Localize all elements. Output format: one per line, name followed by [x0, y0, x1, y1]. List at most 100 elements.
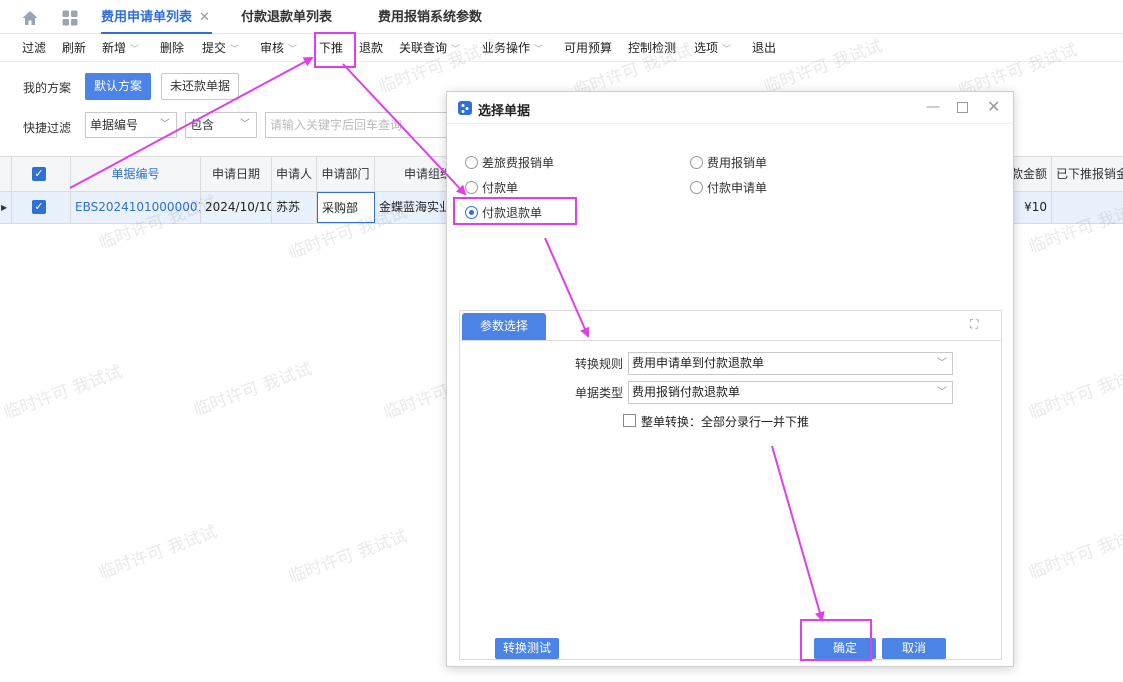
- submit-button[interactable]: 提交 ﹀: [202, 34, 239, 62]
- tab-expense-application-list[interactable]: 费用申请单列表 ✕: [101, 0, 212, 34]
- param-panel: 参数选择 ⛶ 转换规则 费用申请单到付款退款单 ﹀ 单据类型 费用报销付款退款单 ﹀…: [459, 310, 1002, 660]
- cell-dept[interactable]: 采购部: [317, 192, 375, 223]
- cancel-button[interactable]: 取消: [882, 638, 946, 659]
- rule-label: 转换规则: [575, 357, 624, 371]
- chevron-down-icon: ﹀: [240, 119, 250, 130]
- refresh-button[interactable]: 刷新: [62, 34, 86, 62]
- header-org[interactable]: 申请组织: [375, 157, 451, 191]
- header-dept[interactable]: 申请部门: [317, 157, 375, 191]
- filter-button[interactable]: 过滤: [22, 34, 46, 62]
- chevron-down-icon: ﹀: [451, 45, 461, 55]
- cell-pushed-amount: [1052, 192, 1123, 223]
- operator-select-value: 包含: [190, 118, 215, 132]
- chevron-down-icon: ﹀: [937, 387, 947, 398]
- radio-payment-application[interactable]: [690, 181, 703, 194]
- options-label: 选项: [694, 41, 719, 55]
- chevron-down-icon: ﹀: [160, 119, 170, 130]
- radio-travel-expense[interactable]: [465, 156, 478, 169]
- chevron-down-icon: ﹀: [230, 45, 240, 55]
- radio-label-payment-application[interactable]: 付款申请单: [707, 179, 767, 196]
- audit-button[interactable]: 审核 ﹀: [260, 34, 297, 62]
- tab-expense-system-params[interactable]: 费用报销系统参数: [378, 0, 482, 34]
- cell-date: 2024/10/10: [201, 192, 272, 223]
- scheme-label: 我的方案: [23, 81, 72, 95]
- field-select[interactable]: 单据编号 ﹀: [85, 112, 177, 138]
- divider: [460, 340, 1001, 341]
- control-check-button[interactable]: 控制检测: [628, 34, 676, 62]
- related-query-button[interactable]: 关联查询 ﹀: [399, 34, 460, 62]
- current-row-icon: ▶: [0, 192, 12, 223]
- radio-payment-refund[interactable]: [465, 206, 478, 219]
- chevron-down-icon: ﹀: [288, 45, 298, 55]
- select-all-cell[interactable]: ✓: [12, 157, 71, 191]
- unpaid-scheme-button[interactable]: 未还款单据: [161, 73, 239, 100]
- close-icon[interactable]: ✕: [987, 97, 1000, 116]
- submit-label: 提交: [202, 41, 227, 55]
- tab-payment-refund-list[interactable]: 付款退款单列表: [241, 0, 332, 34]
- tab-bar: 费用申请单列表 ✕ 付款退款单列表 费用报销系统参数: [0, 0, 1123, 34]
- header-pushed-amount[interactable]: 已下推报销金: [1052, 157, 1123, 191]
- minimize-icon[interactable]: —: [926, 99, 940, 115]
- search-input[interactable]: 请输入关键字后回车查询: [265, 112, 447, 138]
- tab-label: 费用申请单列表: [101, 10, 193, 25]
- field-select-value: 单据编号: [90, 118, 139, 132]
- watermark: 临时许可 我试试: [1026, 362, 1123, 424]
- row-indicator-header: [0, 157, 12, 191]
- quick-filter-label: 快捷过滤: [23, 121, 72, 135]
- cell-bill-no[interactable]: EBS20241010000001: [71, 192, 201, 223]
- select-bill-dialog: 选择单据 — ✕ 差旅费报销单 费用报销单 付款单 付款申请单 付款退款单 参数…: [446, 91, 1014, 667]
- fullscreen-icon[interactable]: ⛶: [970, 317, 978, 332]
- whole-convert-label[interactable]: 整单转换：全部分录行一并下推: [641, 413, 809, 430]
- header-applicant[interactable]: 申请人: [272, 157, 317, 191]
- tab-param-select[interactable]: 参数选择: [462, 313, 546, 340]
- related-query-label: 关联查询: [399, 41, 448, 55]
- rule-select[interactable]: 费用申请单到付款退款单 ﹀: [628, 352, 953, 375]
- watermark: 临时许可 我试试: [96, 522, 220, 584]
- chevron-down-icon: ﹀: [722, 45, 732, 55]
- available-budget-button[interactable]: 可用预算: [564, 34, 612, 62]
- chevron-down-icon: ﹀: [534, 45, 544, 55]
- refund-button[interactable]: 退款: [359, 34, 383, 62]
- rule-select-value: 费用申请单到付款退款单: [632, 356, 765, 370]
- exit-button[interactable]: 退出: [752, 34, 776, 62]
- app-logo-icon: [458, 101, 472, 115]
- chevron-down-icon: ﹀: [937, 358, 947, 369]
- radio-label-travel-expense[interactable]: 差旅费报销单: [482, 154, 554, 171]
- type-select[interactable]: 费用报销付款退款单 ﹀: [628, 381, 953, 404]
- default-scheme-button[interactable]: 默认方案: [85, 73, 151, 100]
- radio-label-expense-reimbursement[interactable]: 费用报销单: [707, 154, 767, 171]
- watermark: 临时许可 我试试: [1026, 522, 1123, 584]
- header-date[interactable]: 申请日期: [201, 157, 272, 191]
- operator-select[interactable]: 包含 ﹀: [185, 112, 257, 138]
- close-icon[interactable]: ✕: [199, 10, 210, 25]
- push-down-button[interactable]: 下推: [319, 34, 343, 62]
- new-label: 新增: [102, 41, 127, 55]
- audit-label: 审核: [260, 41, 285, 55]
- dialog-title: 选择单据: [478, 104, 531, 119]
- radio-payment[interactable]: [465, 181, 478, 194]
- radio-label-payment-refund[interactable]: 付款退款单: [482, 204, 542, 221]
- type-label: 单据类型: [575, 386, 624, 400]
- radio-label-payment[interactable]: 付款单: [482, 179, 518, 196]
- business-operation-button[interactable]: 业务操作 ﹀: [482, 34, 543, 62]
- watermark: 临时许可 我试试: [286, 526, 410, 588]
- watermark: 临时许可 我试试: [1, 362, 125, 424]
- row-checkbox[interactable]: ✓: [32, 200, 46, 214]
- cell-org: 金蝶蓝海实业: [375, 192, 451, 223]
- dialog-titlebar[interactable]: 选择单据 — ✕: [447, 92, 1013, 124]
- convert-test-button[interactable]: 转换测试: [495, 638, 559, 659]
- delete-button[interactable]: 删除: [160, 34, 184, 62]
- options-button[interactable]: 选项 ﹀: [694, 34, 731, 62]
- home-icon[interactable]: [21, 9, 39, 27]
- grid-icon[interactable]: [61, 9, 79, 27]
- header-bill-no[interactable]: 单据编号: [71, 157, 201, 191]
- whole-convert-checkbox[interactable]: [623, 414, 636, 427]
- chevron-down-icon: ﹀: [130, 45, 140, 55]
- select-all-checkbox[interactable]: ✓: [32, 167, 46, 181]
- row-select-cell[interactable]: ✓: [12, 192, 71, 223]
- ok-button[interactable]: 确定: [814, 638, 876, 659]
- new-button[interactable]: 新增 ﹀: [102, 34, 139, 62]
- cell-applicant: 苏苏: [272, 192, 317, 223]
- maximize-icon[interactable]: [957, 102, 968, 113]
- radio-expense-reimbursement[interactable]: [690, 156, 703, 169]
